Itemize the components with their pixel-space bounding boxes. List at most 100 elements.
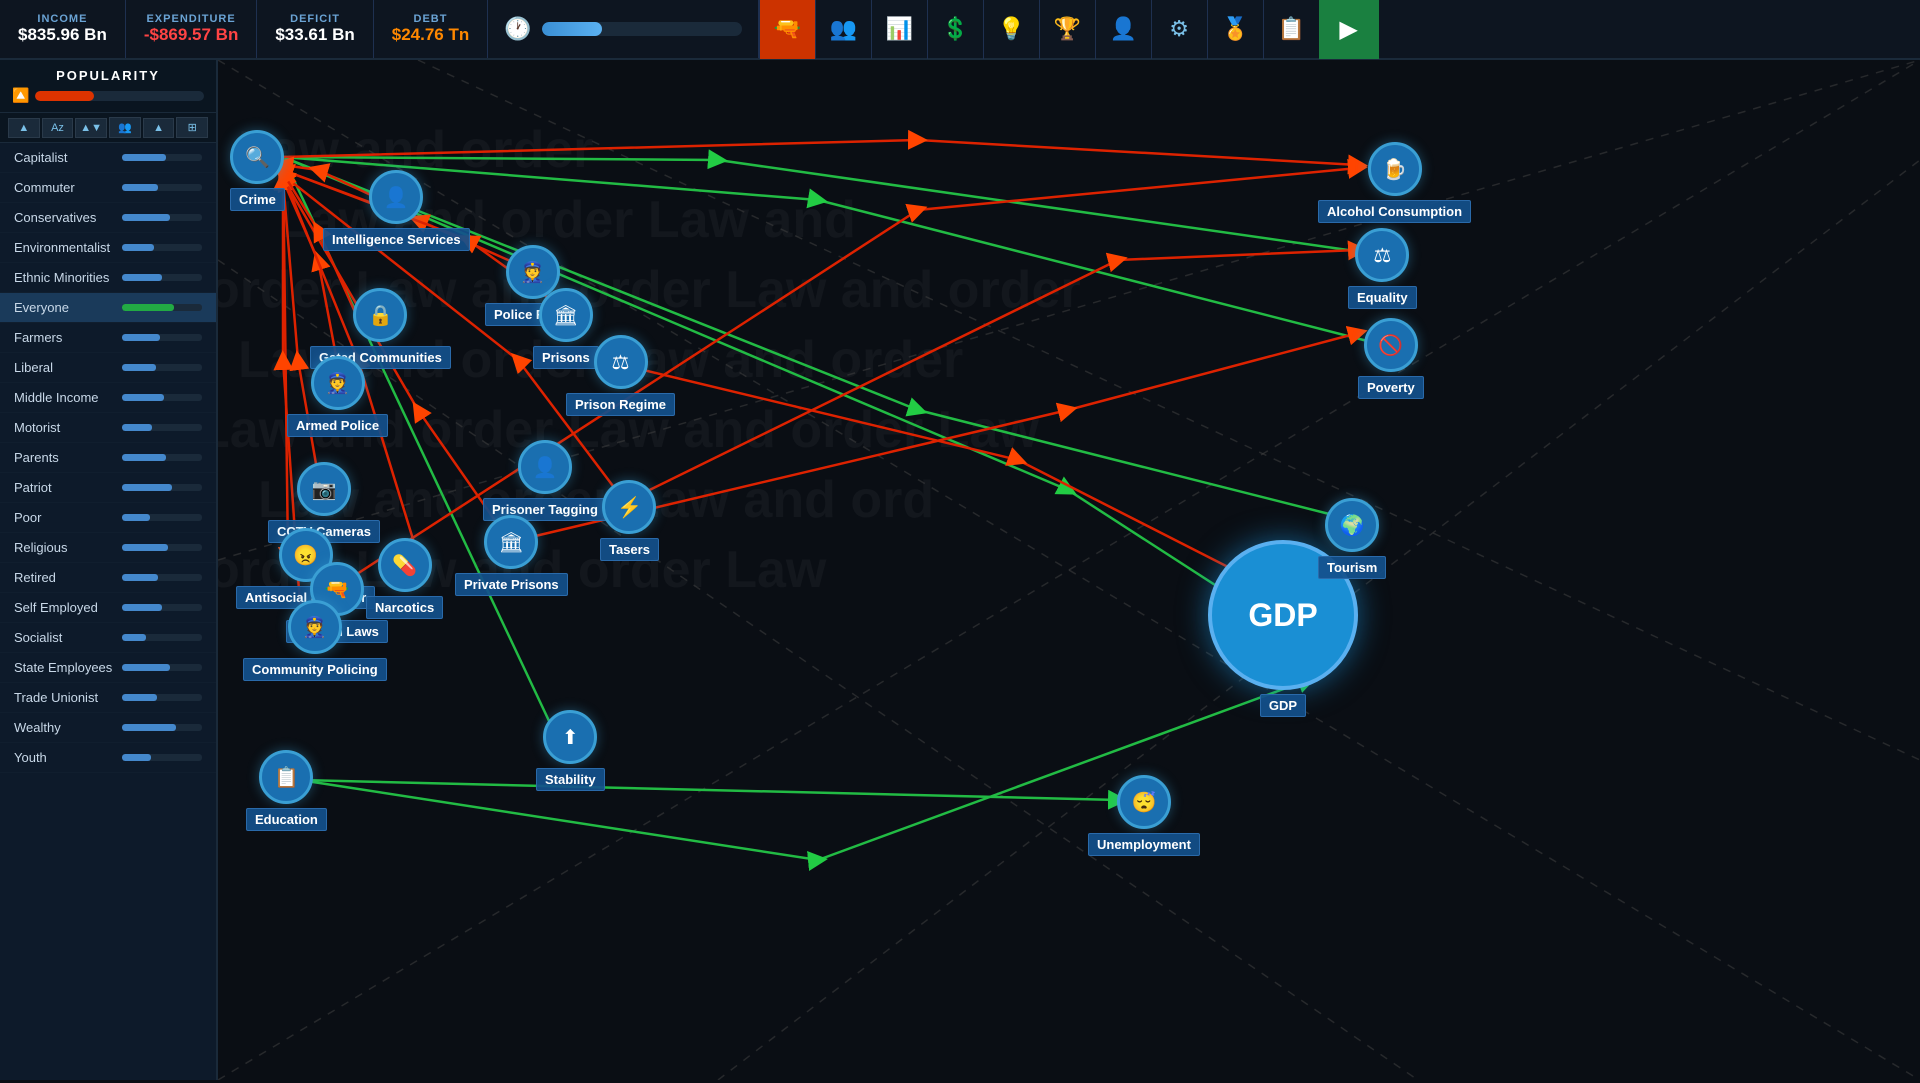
- node-private-prisons[interactable]: 🏛 Private Prisons: [455, 515, 568, 596]
- voter-bar: [122, 664, 202, 671]
- equality-icon: ⚖: [1355, 228, 1409, 282]
- voter-item[interactable]: Parents: [0, 443, 216, 473]
- pop-bar-outer: [35, 91, 204, 101]
- nav-gun[interactable]: 🔫: [759, 0, 815, 59]
- voter-bar-fill: [122, 184, 158, 191]
- node-unemployment[interactable]: 😴 Unemployment: [1088, 775, 1200, 856]
- node-tourism[interactable]: 🌍 Tourism: [1318, 498, 1386, 579]
- deficit-block: DEFICIT $33.61 Bn: [257, 0, 373, 58]
- node-equality[interactable]: ⚖ Equality: [1348, 228, 1417, 309]
- voter-list: Capitalist Commuter Conservatives Enviro…: [0, 143, 216, 1083]
- node-community[interactable]: 👮 Community Policing: [243, 600, 387, 681]
- voter-item[interactable]: Capitalist: [0, 143, 216, 173]
- voter-name: Conservatives: [14, 210, 96, 225]
- prisons-icon: 🏛: [539, 288, 593, 342]
- education-icon: 📋: [259, 750, 313, 804]
- filter-up2[interactable]: ▲: [143, 118, 175, 138]
- voter-item[interactable]: Self Employed: [0, 593, 216, 623]
- voter-bar: [122, 424, 202, 431]
- voter-item[interactable]: Patriot: [0, 473, 216, 503]
- voter-item[interactable]: Poor: [0, 503, 216, 533]
- node-alcohol[interactable]: 🍺 Alcohol Consumption: [1318, 142, 1471, 223]
- nav-list[interactable]: 📋: [1263, 0, 1319, 59]
- intelligence-label: Intelligence Services: [323, 228, 470, 251]
- nav-bulb[interactable]: 💡: [983, 0, 1039, 59]
- voter-bar-fill: [122, 544, 168, 551]
- voter-item[interactable]: Retired: [0, 563, 216, 593]
- voter-item[interactable]: Middle Income: [0, 383, 216, 413]
- cctv-icon: 📷: [297, 462, 351, 516]
- node-prisoner-tagging[interactable]: 👤 Prisoner Tagging: [483, 440, 607, 521]
- debt-block: DEBT $24.76 Tn: [374, 0, 489, 58]
- voter-bar: [122, 154, 202, 161]
- filter-group2[interactable]: 👥: [109, 117, 141, 138]
- voter-item[interactable]: Farmers: [0, 323, 216, 353]
- crime-icon: 🔍: [230, 130, 284, 184]
- node-stability[interactable]: ⬆ Stability: [536, 710, 605, 791]
- pop-bar-fill: [35, 91, 94, 101]
- voter-bar-fill: [122, 664, 170, 671]
- timer-block: 🕐: [488, 0, 758, 58]
- nav-play[interactable]: ▶: [1319, 0, 1379, 59]
- expenditure-label: EXPENDITURE: [146, 13, 235, 25]
- voter-bar: [122, 604, 202, 611]
- nav-trophy[interactable]: 🏆: [1039, 0, 1095, 59]
- voter-name: Commuter: [14, 180, 75, 195]
- voter-bar-fill: [122, 574, 158, 581]
- node-tasers[interactable]: ⚡ Tasers: [600, 480, 659, 561]
- voter-bar-fill: [122, 154, 166, 161]
- voter-item[interactable]: Conservatives: [0, 203, 216, 233]
- voter-bar-fill: [122, 634, 146, 641]
- debt-value: $24.76 Tn: [392, 25, 470, 45]
- crime-label: Crime: [230, 188, 285, 211]
- armed-police-icon: 👮: [311, 356, 365, 410]
- voter-item[interactable]: Commuter: [0, 173, 216, 203]
- canvas-area: Law and order Law and order Law and orde…: [218, 60, 1920, 1080]
- voter-bar-fill: [122, 334, 160, 341]
- voter-item[interactable]: Youth: [0, 743, 216, 773]
- voter-item[interactable]: Environmentalist: [0, 233, 216, 263]
- voter-name: Patriot: [14, 480, 52, 495]
- voter-bar-fill: [122, 694, 157, 701]
- voter-item[interactable]: Religious: [0, 533, 216, 563]
- voter-item[interactable]: Everyone: [0, 293, 216, 323]
- nav-dollar[interactable]: 💲: [927, 0, 983, 59]
- voter-item[interactable]: Wealthy: [0, 713, 216, 743]
- voter-item[interactable]: Socialist: [0, 623, 216, 653]
- nav-settings[interactable]: ⚙: [1151, 0, 1207, 59]
- voter-item[interactable]: Motorist: [0, 413, 216, 443]
- nav-medal[interactable]: 🏅: [1207, 0, 1263, 59]
- tourism-label: Tourism: [1318, 556, 1386, 579]
- voter-bar: [122, 544, 202, 551]
- node-armed-police[interactable]: 👮 Armed Police: [287, 356, 388, 437]
- filter-grid[interactable]: ⊞: [176, 117, 208, 138]
- gdp-label: GDP: [1260, 694, 1306, 717]
- node-intelligence[interactable]: 👤 Intelligence Services: [323, 170, 470, 251]
- expenditure-value: -$869.57 Bn: [144, 25, 239, 45]
- timer-progress: [542, 22, 742, 36]
- voter-bar: [122, 334, 202, 341]
- nav-person[interactable]: 👤: [1095, 0, 1151, 59]
- filter-az[interactable]: Az: [42, 118, 74, 138]
- pop-icon-left: 🔼: [12, 87, 29, 104]
- timer-fill: [542, 22, 602, 36]
- node-crime[interactable]: 🔍 Crime: [230, 130, 285, 211]
- tasers-label: Tasers: [600, 538, 659, 561]
- community-label: Community Policing: [243, 658, 387, 681]
- nav-chart[interactable]: 📊: [871, 0, 927, 59]
- sidebar: POPULARITY 🔼 ▲ Az ▲▼ 👥 ▲ ⊞ Capitalist Co…: [0, 60, 218, 1080]
- node-prison-regime[interactable]: ⚖ Prison Regime: [566, 335, 675, 416]
- filter-group[interactable]: ▲▼: [75, 118, 107, 138]
- voter-item[interactable]: Liberal: [0, 353, 216, 383]
- tourism-icon: 🌍: [1325, 498, 1379, 552]
- voter-name: Socialist: [14, 630, 62, 645]
- filter-up[interactable]: ▲: [8, 118, 40, 138]
- voter-item[interactable]: State Employees: [0, 653, 216, 683]
- voter-item[interactable]: Ethnic Minorities: [0, 263, 216, 293]
- voter-name: Everyone: [14, 300, 69, 315]
- voter-name: State Employees: [14, 660, 112, 675]
- node-poverty[interactable]: 🚫 Poverty: [1358, 318, 1424, 399]
- nav-people[interactable]: 👥: [815, 0, 871, 59]
- voter-item[interactable]: Trade Unionist: [0, 683, 216, 713]
- node-education[interactable]: 📋 Education: [246, 750, 327, 831]
